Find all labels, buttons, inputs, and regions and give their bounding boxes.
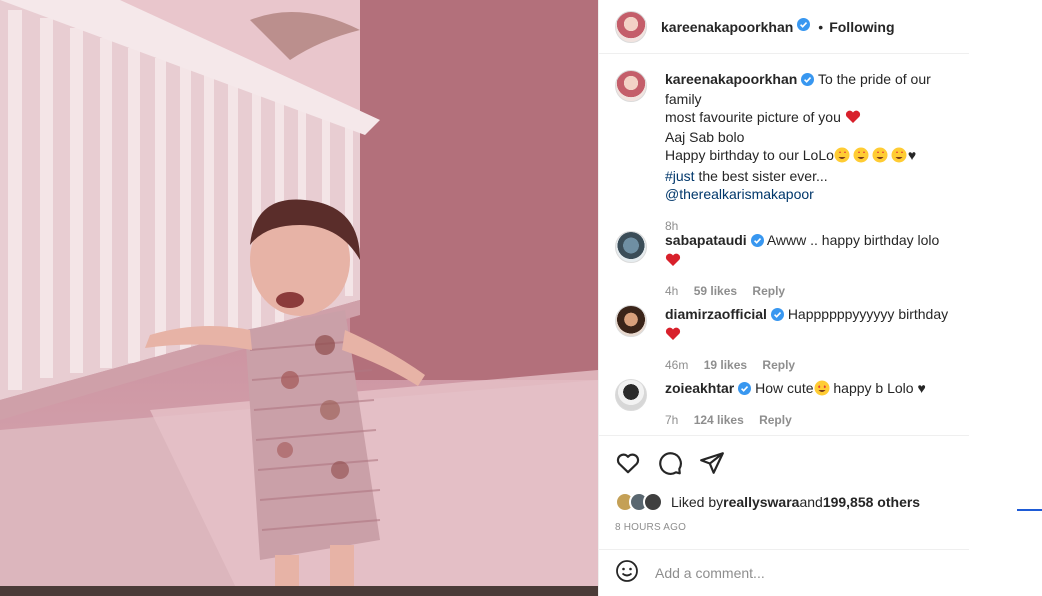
comment-body-rest: happy b Lolo ♥	[829, 380, 926, 396]
comments-list[interactable]: kareenakapoorkhan To the pride of our fa…	[599, 55, 969, 435]
commenter-avatar[interactable]	[615, 305, 647, 337]
comment-text: zoieakhtar How cute happy b Lolo ♥	[665, 379, 926, 400]
separator-dot: •	[818, 18, 824, 35]
caption-line-3: Aaj Sab bolo	[665, 129, 745, 145]
comment-meta: 7h 124 likes Reply	[665, 413, 926, 427]
liked-by-user[interactable]: reallyswara	[723, 494, 799, 510]
caption-line-4: Happy birthday to our LoLo	[665, 147, 834, 163]
comment-likes[interactable]: 124 likes	[694, 413, 744, 427]
verified-badge-icon	[770, 307, 784, 325]
comment-username[interactable]: zoieakhtar	[665, 380, 734, 396]
mention-link[interactable]: @therealkarismakapoor	[665, 186, 814, 202]
post-photo	[0, 0, 598, 596]
liked-by-count[interactable]: 199,858 others	[823, 494, 920, 510]
liked-by-prefix: Liked by	[671, 494, 724, 510]
comment-username[interactable]: diamirzaofficial	[665, 306, 767, 322]
smiley-icon[interactable]	[615, 559, 639, 588]
comment-time[interactable]: 7h	[665, 413, 678, 427]
red-heart-emoji-icon	[665, 253, 681, 271]
author-avatar[interactable]	[615, 10, 647, 43]
comment-likes[interactable]: 19 likes	[704, 358, 747, 372]
comment-username[interactable]: sabapataudi	[665, 232, 747, 248]
caption-text: kareenakapoorkhan To the pride of our fa…	[665, 70, 955, 203]
caption: kareenakapoorkhan To the pride of our fa…	[615, 70, 955, 233]
comment-body: How cute	[755, 380, 814, 396]
post-timestamp[interactable]: 8 HOURS AGO	[615, 522, 686, 533]
comment-time[interactable]: 4h	[665, 284, 678, 298]
liker-avatars[interactable]	[615, 492, 663, 512]
heart-outline-icon[interactable]	[615, 450, 641, 476]
action-icons-row	[615, 450, 725, 476]
author-username[interactable]: kareenakapoorkhan	[661, 19, 793, 35]
caption-avatar[interactable]	[615, 70, 647, 102]
following-button[interactable]: Following	[829, 19, 894, 35]
reply-button[interactable]: Reply	[759, 413, 792, 427]
comment-item: diamirzaofficial Happppppyyyyyy birthday…	[615, 305, 955, 372]
add-comment-bar: Add a comment...	[599, 549, 969, 596]
black-heart-icon: ♥	[907, 147, 917, 163]
comment-item: sabapataudi Awww .. happy birthday lolo …	[615, 231, 955, 298]
post-header: kareenakapoorkhan • Following	[599, 0, 969, 54]
star-struck-emoji-icon	[834, 147, 908, 167]
verified-badge-icon	[797, 17, 811, 36]
caption-line-5: the best sister ever...	[694, 168, 828, 184]
reply-button[interactable]: Reply	[762, 358, 795, 372]
commenter-avatar[interactable]	[615, 379, 647, 411]
comment-text: sabapataudi Awww .. happy birthday lolo	[665, 231, 955, 271]
verified-badge-icon	[738, 381, 752, 399]
hashtag-link[interactable]: #just	[665, 168, 695, 184]
comment-time[interactable]: 46m	[665, 358, 688, 372]
red-heart-emoji-icon	[665, 327, 681, 345]
red-heart-emoji-icon	[845, 110, 861, 128]
comment-text: diamirzaofficial Happppppyyyyyy birthday	[665, 305, 955, 345]
comment-bubble-icon[interactable]	[657, 450, 683, 476]
post-actions: Liked by reallyswara and 199,858 others …	[599, 435, 969, 549]
comment-body: Awww .. happy birthday lolo	[766, 232, 940, 248]
comment-item: zoieakhtar How cute happy b Lolo ♥ 7h 12…	[615, 379, 955, 427]
liked-by-middle: and	[799, 494, 823, 510]
comment-likes[interactable]: 59 likes	[694, 284, 737, 298]
comment-body: Happppppyyyyyy birthday	[787, 306, 949, 322]
paper-plane-icon[interactable]	[699, 450, 725, 476]
add-comment-input[interactable]: Add a comment...	[655, 565, 765, 581]
commenter-avatar[interactable]	[615, 231, 647, 263]
comment-meta: 4h 59 likes Reply	[665, 284, 955, 298]
post-sidebar: kareenakapoorkhan • Following kareenakap…	[598, 0, 969, 596]
focus-indicator-line	[1017, 509, 1042, 511]
verified-badge-icon	[750, 233, 764, 251]
heart-eyes-emoji-icon	[814, 380, 830, 400]
liker-avatar	[643, 492, 663, 512]
comment-meta: 46m 19 likes Reply	[665, 358, 955, 372]
verified-badge-icon	[801, 72, 815, 90]
liked-by-row: Liked by reallyswara and 199,858 others	[615, 492, 920, 512]
caption-username[interactable]: kareenakapoorkhan	[665, 71, 797, 87]
reply-button[interactable]: Reply	[752, 284, 785, 298]
caption-line-2: most favourite picture of you	[665, 109, 841, 125]
